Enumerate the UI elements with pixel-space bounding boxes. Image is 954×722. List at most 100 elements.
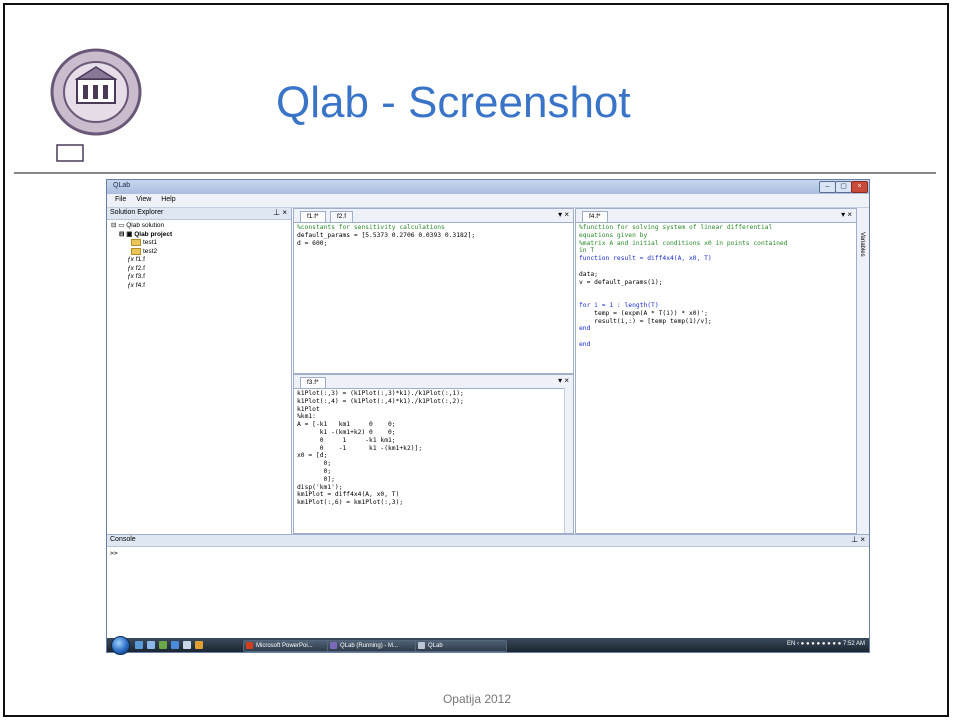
tab-dropdown-close-icons[interactable]: ▾ × [558, 376, 569, 385]
code-line: 0 1 -k1 km1; [297, 436, 396, 444]
code-line: 0]; [297, 475, 335, 483]
tab-dropdown-close-icons[interactable]: ▾ × [841, 210, 852, 219]
clock[interactable]: 7:52 AM [843, 641, 865, 647]
code-line: d = 600; [297, 239, 328, 247]
tab-dropdown-close-icons[interactable]: ▾ × [558, 210, 569, 219]
code-line: km1Plot = diff4x4(A, x0, T) [297, 491, 400, 499]
menu-view[interactable]: View [136, 196, 151, 203]
code-line: v = default_params(1); [579, 278, 663, 286]
code-line: equations given by [579, 231, 648, 239]
tree-file-f1[interactable]: ƒx f1.f [111, 256, 172, 265]
taskbar-button-powerpoint[interactable]: Microsoft PowerPoi... [243, 640, 335, 652]
menu-help[interactable]: Help [161, 196, 175, 203]
code-line: km1Plot(:,6) = km1Plot(:,3); [297, 499, 404, 507]
windows-taskbar: Microsoft PowerPoi... QLab (Running) - M… [107, 636, 869, 655]
visual-studio-icon [330, 642, 337, 649]
window-title: QLab [113, 182, 131, 189]
function-file-icon: ƒx [127, 264, 134, 272]
code-area[interactable]: %function for solving system of linear d… [579, 224, 788, 349]
code-line: A = [-k1 km1 0 0; [297, 421, 396, 429]
code-area[interactable]: k1Plot(:,3) = (k1Plot(:,3)*k1)./k1Plot(:… [297, 390, 464, 507]
code-line: disp('km1'); [297, 483, 343, 491]
code-line: default_params = [5.5373 0.2706 0.0393 0… [297, 231, 476, 239]
system-tray: EN ‹ ● ● ● ● ● ● ● ● 7:52 AM [787, 641, 865, 647]
minimize-icon[interactable]: – [819, 181, 836, 193]
code-line: for i = 1 : length(T) [579, 301, 659, 309]
explorer-title: Solution Explorer [110, 209, 164, 216]
menubar: File View Help [107, 194, 869, 208]
explorer-pin-close-icons[interactable]: ⊥ × [273, 208, 287, 217]
console-pin-close-icons[interactable]: ⊥ × [851, 535, 865, 544]
tree-folder-test1[interactable]: test1 [111, 239, 172, 248]
editor-bottom: f3.f* ▾ × k1Plot(:,3) = (k1Plot(:,3)*k1)… [293, 374, 574, 534]
function-file-icon: ƒx [127, 273, 134, 281]
tree-file-f2[interactable]: ƒx f2.f [111, 265, 172, 274]
tab-f4[interactable]: f4.f* [582, 211, 608, 222]
tree-folder-test2[interactable]: test2 [111, 247, 172, 257]
slide-footer: Opatija 2012 [442, 692, 512, 706]
variables-side-tab[interactable]: Variables [856, 208, 869, 534]
taskbar-button-qlab[interactable]: QLab [415, 640, 507, 652]
qlab-screenshot: QLab – ▢ × File View Help Solution Explo… [106, 179, 870, 655]
solution-explorer: Solution Explorer ⊥ × ⊟ ▭ Qlab solution … [107, 208, 292, 534]
quicklaunch-explorer-icon[interactable] [183, 641, 191, 649]
tree-file-f3[interactable]: ƒx f3.f [111, 273, 172, 282]
tree-file-f4[interactable]: ƒx f4.f [111, 282, 172, 291]
console-prompt[interactable]: >> [110, 549, 118, 557]
code-line: 0; [297, 460, 332, 468]
code-line: result(i,:) = [temp temp(1)/v]; [579, 317, 712, 325]
university-seal-logo [50, 48, 142, 162]
folder-icon [131, 247, 141, 255]
maximize-icon[interactable]: ▢ [835, 181, 852, 193]
code-line: end [579, 325, 591, 333]
code-line: %matrix A and initial conditions x0 in p… [579, 239, 788, 247]
code-line: in T [579, 247, 595, 255]
taskbar-button-qlab-running[interactable]: QLab (Running) - M... [327, 640, 423, 652]
editor-right: f4.f* ▾ × %function for solving system o… [575, 208, 857, 534]
vertical-scrollbar[interactable] [564, 388, 573, 533]
quicklaunch-media-icon[interactable] [195, 641, 203, 649]
quicklaunch-desktop-icon[interactable] [135, 641, 143, 649]
console-title: Console [110, 536, 136, 543]
window-titlebar: QLab – ▢ × [107, 180, 869, 194]
code-line: k1Plot [297, 405, 320, 413]
editor-tabstrip: f3.f* ▾ × [294, 375, 573, 389]
quicklaunch-app-icon[interactable] [159, 641, 167, 649]
code-line: %function for solving system of linear d… [579, 224, 773, 231]
tree-solution[interactable]: ⊟ ▭ Qlab solution [111, 222, 172, 231]
tray-icons[interactable]: ‹ ● ● ● ● ● ● ● ● [797, 641, 843, 647]
variables-tab-label: Variables [859, 232, 865, 257]
tab-f3[interactable]: f3.f* [300, 377, 326, 388]
editor-top-left: f1.f* f2.f ▾ × %constants for sensitivit… [293, 208, 574, 374]
menu-file[interactable]: File [115, 196, 126, 203]
console-header: Console ⊥ × [107, 535, 869, 547]
title-divider [14, 172, 936, 174]
code-line: data; [579, 270, 598, 278]
solution-tree: ⊟ ▭ Qlab solution ⊟ ▣ Qlab project test1… [111, 222, 172, 290]
tree-project[interactable]: ⊟ ▣ Qlab project [111, 231, 172, 240]
quicklaunch-ie-icon[interactable] [171, 641, 179, 649]
code-line: %constants for sensitivity calculations [297, 224, 445, 231]
code-line: k1Plot(:,4) = (k1Plot(:,4)*k1)./k1Plot(:… [297, 397, 464, 405]
start-orb-icon[interactable] [111, 636, 130, 655]
qlab-icon [418, 642, 425, 649]
code-area[interactable]: %constants for sensitivity calculations d… [297, 224, 475, 247]
code-line: k1 -(km1+k2) 0 0; [297, 428, 396, 436]
tab-f2[interactable]: f2.f [330, 211, 354, 222]
code-line: 0; [297, 467, 332, 475]
code-line: x0 = [d; [297, 452, 328, 460]
language-indicator[interactable]: EN [787, 641, 795, 647]
close-icon[interactable]: × [851, 181, 868, 193]
folder-icon [131, 239, 141, 246]
tab-f1[interactable]: f1.f* [300, 211, 326, 222]
explorer-header: Solution Explorer ⊥ × [107, 208, 291, 220]
quicklaunch-window-icon[interactable] [147, 641, 155, 649]
code-line: function result = diff4x4(A, x0, T) [579, 255, 712, 263]
powerpoint-icon [246, 642, 253, 649]
code-line: temp = (expm(A * T(i)) * x0)'; [579, 309, 708, 317]
editor-tabstrip: f1.f* f2.f ▾ × [294, 209, 573, 223]
